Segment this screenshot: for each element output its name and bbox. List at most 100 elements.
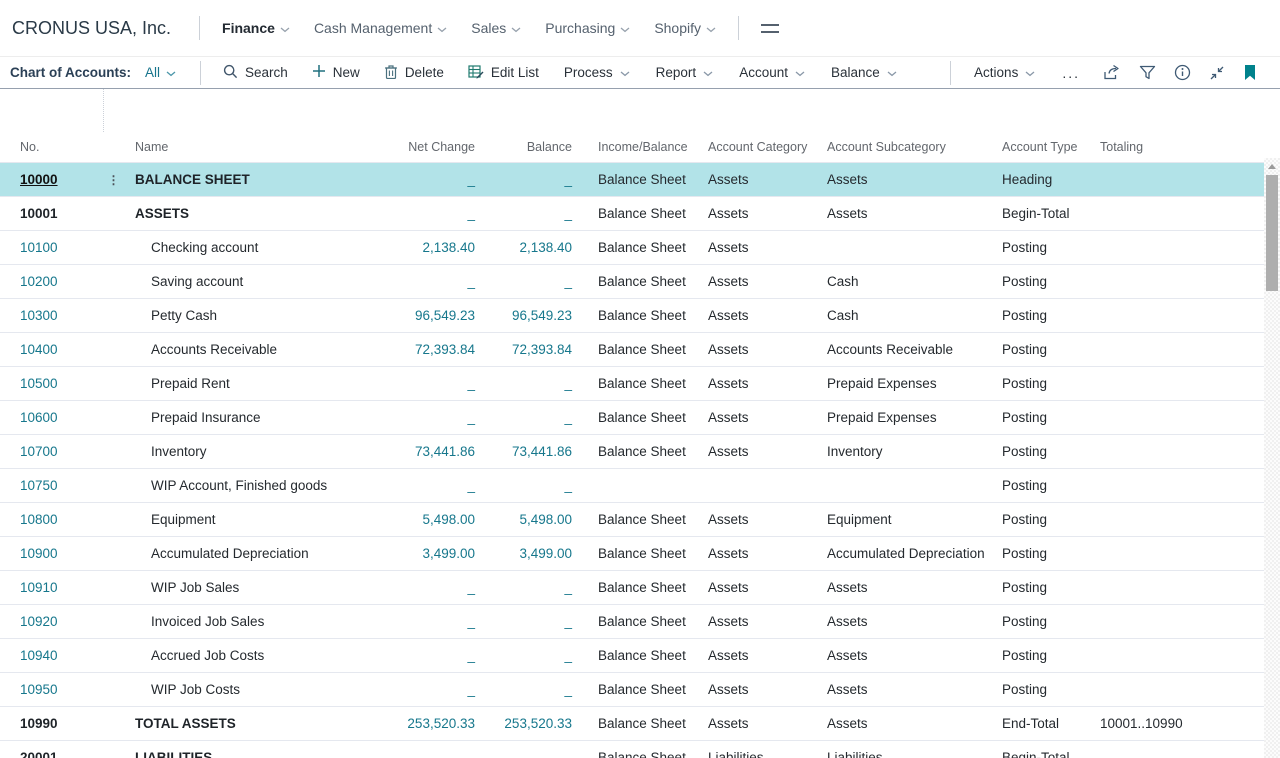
account-no-link[interactable]: 10920 bbox=[20, 614, 58, 629]
account-no-link[interactable]: 10600 bbox=[20, 410, 58, 425]
balance-cell[interactable]: _ bbox=[483, 172, 580, 187]
table-row[interactable]: 20001 ⋮ LIABILITIES Balance Sheet Liabil… bbox=[0, 740, 1264, 758]
net-change-cell[interactable]: _ bbox=[332, 682, 483, 697]
table-row[interactable]: 10000 ⋮ BALANCE SHEET _ _ Balance Sheet … bbox=[0, 162, 1264, 196]
nav-item-shopify[interactable]: Shopify bbox=[642, 14, 728, 42]
net-change-cell[interactable]: _ bbox=[332, 410, 483, 425]
net-change-cell[interactable]: 2,138.40 bbox=[332, 240, 483, 255]
account-no-link[interactable]: 10940 bbox=[20, 648, 58, 663]
account-no-link[interactable]: 10000 bbox=[20, 172, 58, 187]
balance-cell[interactable]: _ bbox=[483, 648, 580, 663]
balance-cell[interactable]: 96,549.23 bbox=[483, 308, 580, 323]
account-no-link[interactable]: 10300 bbox=[20, 308, 58, 323]
net-change-cell[interactable]: _ bbox=[332, 580, 483, 595]
view-filter-dropdown[interactable]: All bbox=[145, 65, 176, 80]
balance-cell[interactable]: _ bbox=[483, 682, 580, 697]
edit-list-button[interactable]: Edit List bbox=[456, 60, 551, 86]
balance-cell[interactable]: _ bbox=[483, 614, 580, 629]
account-no-link[interactable]: 10750 bbox=[20, 478, 58, 493]
net-change-cell[interactable]: _ bbox=[332, 172, 483, 187]
net-change-cell[interactable]: 73,441.86 bbox=[332, 444, 483, 459]
table-row[interactable]: 10300 ⋮ Petty Cash 96,549.23 96,549.23 B… bbox=[0, 298, 1264, 332]
net-change-cell[interactable]: _ bbox=[332, 274, 483, 289]
table-row[interactable]: 10750 ⋮ WIP Account, Finished goods _ _ … bbox=[0, 468, 1264, 502]
company-name[interactable]: CRONUS USA, Inc. bbox=[10, 18, 189, 39]
account-no-link[interactable]: 10001 bbox=[20, 206, 58, 221]
account-no-link[interactable]: 10990 bbox=[20, 716, 58, 731]
net-change-cell[interactable]: _ bbox=[332, 478, 483, 493]
net-change-cell[interactable]: 96,549.23 bbox=[332, 308, 483, 323]
table-row[interactable]: 10600 ⋮ Prepaid Insurance _ _ Balance Sh… bbox=[0, 400, 1264, 434]
column-header-totaling[interactable]: Totaling bbox=[1100, 140, 1264, 154]
collapse-icon[interactable] bbox=[1200, 62, 1234, 84]
balance-cell[interactable]: _ bbox=[483, 478, 580, 493]
account-no-link[interactable]: 10100 bbox=[20, 240, 58, 255]
net-change-cell[interactable]: _ bbox=[332, 648, 483, 663]
table-row[interactable]: 10940 ⋮ Accrued Job Costs _ _ Balance Sh… bbox=[0, 638, 1264, 672]
net-change-cell[interactable]: _ bbox=[332, 376, 483, 391]
overflow-menu[interactable]: ... bbox=[1048, 65, 1094, 81]
nav-item-finance[interactable]: Finance bbox=[210, 14, 302, 42]
info-icon[interactable] bbox=[1165, 61, 1200, 84]
nav-item-cash-management[interactable]: Cash Management bbox=[302, 14, 459, 42]
table-row[interactable]: 10200 ⋮ Saving account _ _ Balance Sheet… bbox=[0, 264, 1264, 298]
bookmark-icon[interactable] bbox=[1234, 61, 1266, 84]
table-row[interactable]: 10800 ⋮ Equipment 5,498.00 5,498.00 Bala… bbox=[0, 502, 1264, 536]
balance-cell[interactable]: _ bbox=[483, 274, 580, 289]
table-row[interactable]: 10700 ⋮ Inventory 73,441.86 73,441.86 Ba… bbox=[0, 434, 1264, 468]
balance-cell[interactable]: _ bbox=[483, 410, 580, 425]
account-no-link[interactable]: 20001 bbox=[20, 750, 58, 758]
scrollbar-thumb[interactable] bbox=[1266, 175, 1278, 291]
balance-cell[interactable]: 2,138.40 bbox=[483, 240, 580, 255]
balance-cell[interactable]: _ bbox=[483, 206, 580, 221]
column-header-account-subcategory[interactable]: Account Subcategory bbox=[827, 140, 1002, 154]
column-header-name[interactable]: Name bbox=[135, 140, 332, 154]
table-row[interactable]: 10950 ⋮ WIP Job Costs _ _ Balance Sheet … bbox=[0, 672, 1264, 706]
account-no-link[interactable]: 10910 bbox=[20, 580, 58, 595]
share-icon[interactable] bbox=[1094, 61, 1130, 84]
net-change-cell[interactable]: 253,520.33 bbox=[332, 716, 483, 731]
nav-item-purchasing[interactable]: Purchasing bbox=[533, 14, 642, 42]
table-row[interactable]: 10920 ⋮ Invoiced Job Sales _ _ Balance S… bbox=[0, 604, 1264, 638]
net-change-cell[interactable]: _ bbox=[332, 614, 483, 629]
table-row[interactable]: 10001 ⋮ ASSETS _ _ Balance Sheet Assets … bbox=[0, 196, 1264, 230]
net-change-cell[interactable]: 3,499.00 bbox=[332, 546, 483, 561]
balance-cell[interactable]: _ bbox=[483, 376, 580, 391]
column-header-account-type[interactable]: Account Type bbox=[1002, 140, 1100, 154]
row-menu-icon[interactable]: ⋮ bbox=[100, 174, 135, 186]
balance-cell[interactable]: 3,499.00 bbox=[483, 546, 580, 561]
process-menu[interactable]: Process bbox=[551, 61, 643, 84]
balance-cell[interactable]: 5,498.00 bbox=[483, 512, 580, 527]
search-button[interactable]: Search bbox=[211, 60, 300, 86]
column-header-income-balance[interactable]: Income/Balance bbox=[580, 140, 708, 154]
account-no-link[interactable]: 10500 bbox=[20, 376, 58, 391]
account-no-link[interactable]: 10800 bbox=[20, 512, 58, 527]
nav-item-sales[interactable]: Sales bbox=[459, 14, 533, 42]
net-change-cell[interactable]: 5,498.00 bbox=[332, 512, 483, 527]
table-row[interactable]: 10100 ⋮ Checking account 2,138.40 2,138.… bbox=[0, 230, 1264, 264]
table-row[interactable]: 10900 ⋮ Accumulated Depreciation 3,499.0… bbox=[0, 536, 1264, 570]
filter-icon[interactable] bbox=[1130, 62, 1165, 84]
net-change-cell[interactable]: _ bbox=[332, 206, 483, 221]
new-button[interactable]: New bbox=[300, 60, 372, 85]
table-row[interactable]: 10990 ⋮ TOTAL ASSETS 253,520.33 253,520.… bbox=[0, 706, 1264, 740]
actions-menu[interactable]: Actions bbox=[961, 61, 1048, 84]
balance-cell[interactable]: 253,520.33 bbox=[483, 716, 580, 731]
balance-menu[interactable]: Balance bbox=[818, 61, 910, 84]
column-header-account-category[interactable]: Account Category bbox=[708, 140, 827, 154]
vertical-scrollbar[interactable] bbox=[1264, 158, 1280, 758]
more-menu-icon[interactable] bbox=[761, 24, 779, 33]
account-menu[interactable]: Account bbox=[726, 61, 818, 84]
scroll-up-icon[interactable] bbox=[1264, 158, 1280, 174]
balance-cell[interactable]: _ bbox=[483, 580, 580, 595]
net-change-cell[interactable]: 72,393.84 bbox=[332, 342, 483, 357]
delete-button[interactable]: Delete bbox=[372, 60, 456, 86]
balance-cell[interactable]: 73,441.86 bbox=[483, 444, 580, 459]
table-row[interactable]: 10500 ⋮ Prepaid Rent _ _ Balance Sheet A… bbox=[0, 366, 1264, 400]
column-header-no[interactable]: No. bbox=[0, 140, 100, 154]
account-no-link[interactable]: 10700 bbox=[20, 444, 58, 459]
table-row[interactable]: 10400 ⋮ Accounts Receivable 72,393.84 72… bbox=[0, 332, 1264, 366]
column-header-balance[interactable]: Balance bbox=[483, 140, 580, 154]
table-row[interactable]: 10910 ⋮ WIP Job Sales _ _ Balance Sheet … bbox=[0, 570, 1264, 604]
account-no-link[interactable]: 10950 bbox=[20, 682, 58, 697]
